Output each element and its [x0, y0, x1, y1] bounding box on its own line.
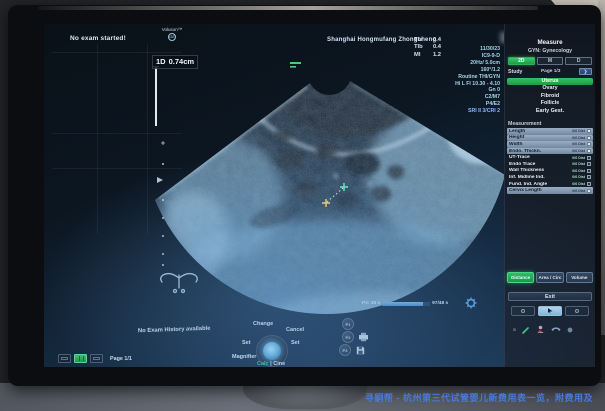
measure-tools: Distance Area / Circ Volume [507, 272, 593, 283]
measurement-item[interactable]: Fund. Ind. Angle0/6 Dist [507, 181, 593, 188]
checkbox[interactable] [587, 182, 591, 186]
study-item-uterus[interactable]: Uterus [507, 78, 593, 85]
dot-icon[interactable] [567, 327, 573, 333]
pkey-p1[interactable]: P1 [342, 318, 354, 330]
toggle-circle-right[interactable] [565, 306, 589, 316]
checkbox[interactable] [587, 175, 591, 179]
cine-loop-bar: P2: 48 s 97/48 s [362, 301, 448, 306]
distance-button[interactable]: Distance [507, 272, 534, 283]
checkbox[interactable] [587, 156, 591, 160]
pkey-p2[interactable]: P2 [342, 331, 354, 343]
save-icon[interactable] [356, 346, 365, 355]
checkbox[interactable] [587, 162, 591, 166]
measurement-item[interactable]: Cervix Length0/6 Dist [507, 187, 593, 194]
chevron-right-icon[interactable]: ❯ [579, 68, 592, 75]
measure-panel: Measure GYN: Gynecology 2D M D Study Pag… [504, 24, 595, 367]
ultrasound-screen: No exam started! Voluson™ GE Shanghai Ho… [44, 24, 595, 367]
pen-icon[interactable] [522, 326, 530, 334]
panel-subtitle: GYN: Gynecology [505, 48, 595, 54]
worksheet-page-indicator: Page 1/1 [110, 356, 132, 362]
study-item-early-gest[interactable]: Early Gest. [507, 108, 593, 115]
phone-icon[interactable] [551, 326, 561, 334]
panel-title: Measure [505, 39, 595, 46]
measurement-item[interactable]: Height0/6 Dist [507, 135, 593, 142]
study-label: Study [508, 69, 522, 75]
trackball-calc-cine-label[interactable]: Calc | Cine [257, 361, 285, 367]
area-circ-button[interactable]: Area / Circ [536, 272, 563, 283]
imaging-parameters: 11/30/23 IC9-9-D 20Hz/ 5.0cm 160°/1.2 Ro… [455, 46, 500, 115]
bezel-highlight [38, 6, 538, 10]
voluson-logo: Voluson™ GE [150, 27, 194, 41]
mode-tabs: 2D M D [508, 57, 592, 65]
checkbox[interactable] [587, 129, 591, 133]
study-list: Uterus Ovary Fibroid Follicle Early Gest… [505, 78, 595, 115]
pkey-p3[interactable]: P3 [339, 344, 351, 356]
measurement-item[interactable]: UT-Trace0/6 Dist [507, 154, 593, 161]
printer-icon[interactable] [358, 332, 369, 342]
layout-view-icons [58, 354, 103, 363]
measurement-item[interactable]: Inf. Midline Ind.0/6 Dist [507, 174, 593, 181]
a-icon: a [513, 327, 516, 333]
trackball-set-left-label[interactable]: Set [242, 340, 251, 346]
list-view-icon[interactable] [90, 354, 103, 363]
single-view-icon[interactable] [58, 354, 71, 363]
measurement-item[interactable]: Length0/6 Dist [507, 128, 593, 135]
tab-m[interactable]: M [537, 57, 564, 65]
bodymarker-icon [161, 274, 198, 293]
measurement-ruler [153, 66, 159, 126]
tab-2d[interactable]: 2D [508, 57, 535, 65]
trackball-cancel-label[interactable]: Cancel [286, 327, 304, 333]
checkbox[interactable] [587, 142, 591, 146]
quad-view-icon[interactable] [74, 354, 87, 363]
measurement-item[interactable]: Width0/6 Dist [507, 141, 593, 148]
cursor-toggle-group [511, 306, 589, 316]
trackball-change-label[interactable]: Change [253, 321, 273, 327]
checkbox[interactable] [587, 169, 591, 173]
measurement-item[interactable]: Wall Thickness0/6 Dist [507, 168, 593, 175]
circle-icon [521, 309, 525, 313]
patient-icon[interactable] [536, 325, 545, 334]
toggle-cursor[interactable] [538, 306, 562, 316]
brand-name: Voluson™ [150, 27, 194, 32]
cine-value: 97/48 s [432, 301, 448, 306]
cine-slider[interactable] [382, 302, 430, 306]
photo-of-ultrasound-monitor: No exam started! Voluson™ GE Shanghai Ho… [0, 0, 605, 411]
checkbox[interactable] [587, 189, 591, 193]
cursor-arrow-icon [548, 308, 553, 314]
trackball-magnifier-label[interactable]: Magnifier [232, 354, 256, 360]
checkbox[interactable] [587, 149, 591, 153]
tab-d[interactable]: D [565, 57, 592, 65]
measurement-item[interactable]: Endo. Thickn.0/6 Dist [507, 148, 593, 155]
acoustic-output-indices: TIs0.4 TIb0.4 MI1.2 [414, 37, 441, 59]
ge-logo-icon: GE [168, 33, 176, 41]
measurement-header: Measurement [508, 121, 595, 127]
study-page-indicator: Page 1/3 [522, 69, 579, 74]
probe-orientation-mark [290, 62, 301, 68]
trackball-hub[interactable] [263, 342, 281, 360]
measurement-item[interactable]: Endo Trace0/6 Dist [507, 161, 593, 168]
study-item-follicle[interactable]: Follicle [507, 100, 593, 107]
gear-icon[interactable] [465, 297, 477, 309]
volume-button[interactable]: Volume [566, 272, 593, 283]
photo-caption: 寻嗣帮 - 杭州第三代试管婴儿新费用表一览，附费用及 [0, 391, 593, 404]
study-item-ovary[interactable]: Ovary [507, 85, 593, 92]
distance-readout: 1D0.74cm [152, 55, 198, 69]
status-message: No exam started! [70, 35, 126, 42]
toggle-circle-left[interactable] [511, 306, 535, 316]
study-item-fibroid[interactable]: Fibroid [507, 93, 593, 100]
monitor-bezel: No exam started! Voluson™ GE Shanghai Ho… [8, 5, 601, 386]
circle-icon [575, 309, 579, 313]
status-icon-row: a [513, 324, 595, 336]
cine-label: P2: 48 s [362, 301, 380, 306]
checkbox[interactable] [587, 136, 591, 140]
trackball-set-right-label[interactable]: Set [291, 340, 300, 346]
study-pager: Study Page 1/3 ❯ [508, 68, 592, 75]
exit-button[interactable]: Exit [508, 292, 592, 301]
cine-slider-fill [382, 302, 423, 306]
